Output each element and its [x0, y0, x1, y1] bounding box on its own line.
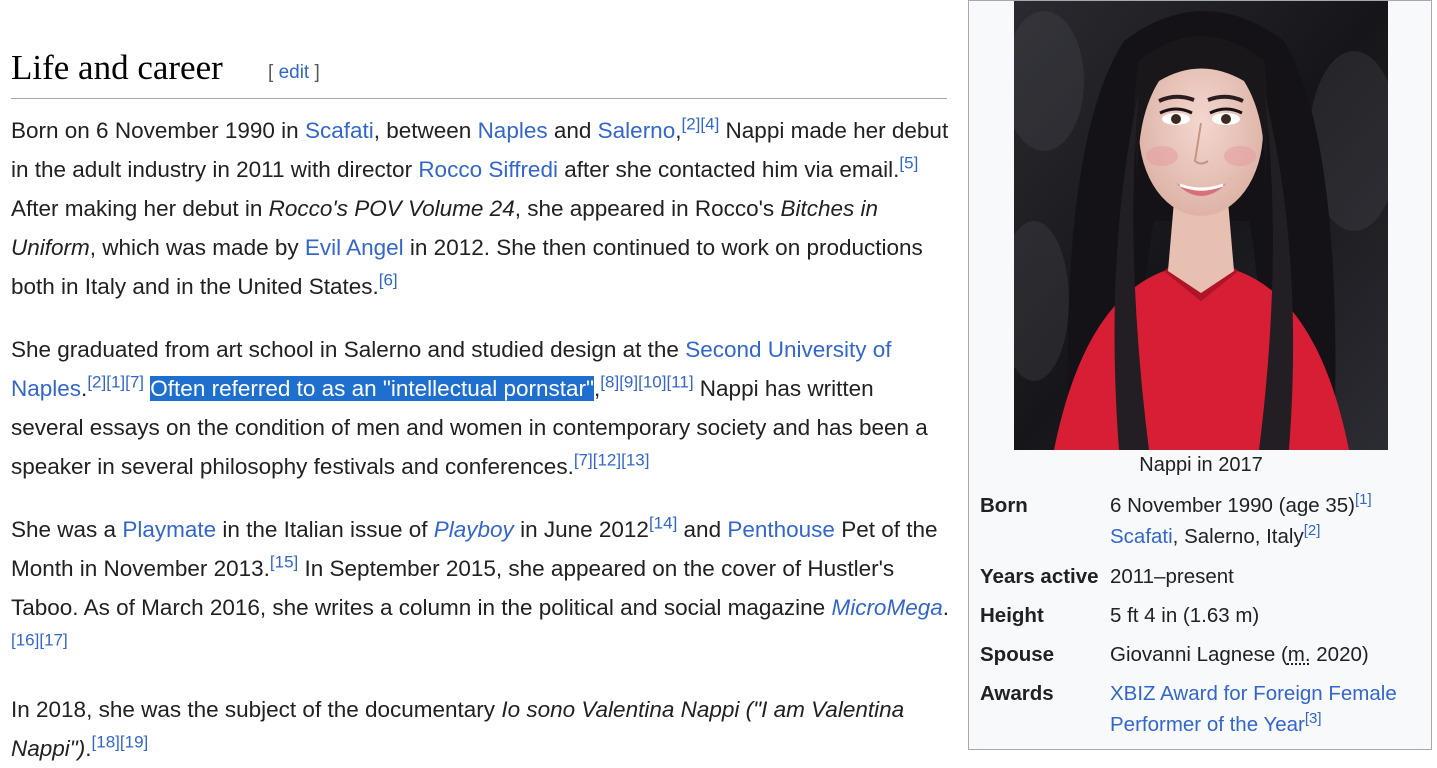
citation-3[interactable]: [3]: [1305, 710, 1322, 727]
selected-text[interactable]: Often referred to as an "intellectual po…: [150, 376, 594, 401]
spouse-label: Spouse: [980, 639, 1054, 670]
edit-bracket-close: ]: [314, 62, 319, 83]
portrait-image: [1014, 1, 1388, 450]
link-rocco-siffredi[interactable]: Rocco Siffredi: [418, 157, 558, 182]
text: She graduated from art school in Salerno…: [11, 337, 685, 362]
text: in June 2012: [514, 517, 649, 542]
citation-14[interactable]: [14]: [649, 514, 677, 533]
years-active-value: 2011–present: [1110, 561, 1430, 592]
years-active-label: Years active: [980, 561, 1099, 592]
link-scafati[interactable]: Scafati: [1110, 525, 1173, 548]
text: , between: [374, 118, 478, 143]
edit-section: [ edit ]: [268, 62, 320, 84]
citation-7[interactable]: [7]: [574, 451, 593, 470]
link-micromega[interactable]: MicroMega: [831, 595, 942, 620]
edit-bracket-open: [: [268, 62, 273, 83]
citation-17[interactable]: [17]: [39, 631, 67, 650]
citation-13[interactable]: [13]: [621, 451, 649, 470]
text: In 2018, she was the subject of the docu…: [11, 697, 501, 722]
citation-6[interactable]: [6]: [379, 271, 398, 290]
text: after she contacted him via email.: [558, 157, 899, 182]
born-date: 6 November 1990 (age 35): [1110, 494, 1355, 517]
citation-10[interactable]: [10]: [638, 373, 666, 392]
citation-8[interactable]: [8]: [600, 373, 619, 392]
link-evil-angel[interactable]: Evil Angel: [305, 235, 404, 260]
citation-15[interactable]: [15]: [270, 553, 298, 572]
portrait-photo[interactable]: [1014, 1, 1388, 450]
text: and: [548, 118, 598, 143]
paragraph-documentary: In 2018, she was the subject of the docu…: [11, 690, 951, 768]
height-value: 5 ft 4 in (1.63 m): [1110, 600, 1430, 631]
link-scafati[interactable]: Scafati: [305, 118, 374, 143]
link-naples[interactable]: Naples: [478, 118, 548, 143]
text: , she appeared in Rocco's: [515, 196, 781, 221]
citation-12[interactable]: [12]: [593, 451, 621, 470]
section-title: Life and career: [11, 48, 223, 88]
citation-18[interactable]: [18]: [92, 733, 120, 752]
link-salerno[interactable]: Salerno: [598, 118, 676, 143]
born-place: , Salerno, Italy: [1173, 525, 1304, 548]
infobox-row-born: Born 6 November 1990 (age 35)[1] Scafati,…: [980, 490, 1430, 554]
citation-2[interactable]: [2]: [681, 115, 700, 134]
citation-1[interactable]: [1]: [106, 373, 125, 392]
paragraph-early-career: Born on 6 November 1990 in Scafati, betw…: [11, 111, 951, 306]
citation-2[interactable]: [2]: [87, 373, 106, 392]
link-penthouse[interactable]: Penthouse: [727, 517, 835, 542]
text: .: [943, 595, 949, 620]
paragraph-modeling: She was a Playmate in the Italian issue …: [11, 510, 951, 666]
section-heading: Life and career [ edit ]: [11, 44, 947, 99]
citation-1[interactable]: [1]: [1355, 491, 1372, 508]
citation-7[interactable]: [7]: [125, 373, 144, 392]
awards-value: XBIZ Award for Foreign Female Performer …: [1110, 678, 1430, 740]
text: Born on 6 November 1990 in: [11, 118, 305, 143]
citation-5[interactable]: [5]: [899, 154, 918, 173]
paragraph-education: She graduated from art school in Salerno…: [11, 330, 951, 486]
text: After making her debut in: [11, 196, 269, 221]
infobox: Nappi in 2017 Born 6 November 1990 (age …: [968, 0, 1432, 750]
edit-link[interactable]: edit: [279, 62, 310, 83]
citation-11[interactable]: [11]: [666, 373, 693, 392]
citation-19[interactable]: [19]: [120, 733, 148, 752]
spouse-year: 2020): [1311, 643, 1369, 666]
born-value: 6 November 1990 (age 35)[1] Scafati, Sale…: [1110, 490, 1430, 552]
awards-label: Awards: [980, 678, 1054, 709]
text: in the Italian issue of: [216, 517, 434, 542]
text: She was a: [11, 517, 122, 542]
infobox-row-awards: Awards XBIZ Award for Foreign Female Per…: [980, 678, 1430, 742]
link-playboy[interactable]: Playboy: [434, 517, 514, 542]
spouse-name: Giovanni Lagnese (: [1110, 643, 1288, 666]
image-caption: Nappi in 2017: [969, 454, 1433, 477]
spouse-value: Giovanni Lagnese (m. 2020): [1110, 639, 1430, 670]
married-abbr[interactable]: m.: [1288, 643, 1311, 666]
citation-16[interactable]: [16]: [11, 631, 39, 650]
film-title: Rocco's POV Volume 24: [269, 196, 515, 221]
citation-4[interactable]: [4]: [700, 115, 719, 134]
height-label: Height: [980, 600, 1044, 631]
link-playmate[interactable]: Playmate: [122, 517, 216, 542]
text: , which was made by: [90, 235, 305, 260]
citation-2[interactable]: [2]: [1304, 522, 1321, 539]
born-label: Born: [980, 490, 1028, 521]
text: and: [677, 517, 727, 542]
citation-9[interactable]: [9]: [619, 373, 638, 392]
link-xbiz-award[interactable]: XBIZ Award for Foreign Female Performer …: [1110, 682, 1397, 736]
